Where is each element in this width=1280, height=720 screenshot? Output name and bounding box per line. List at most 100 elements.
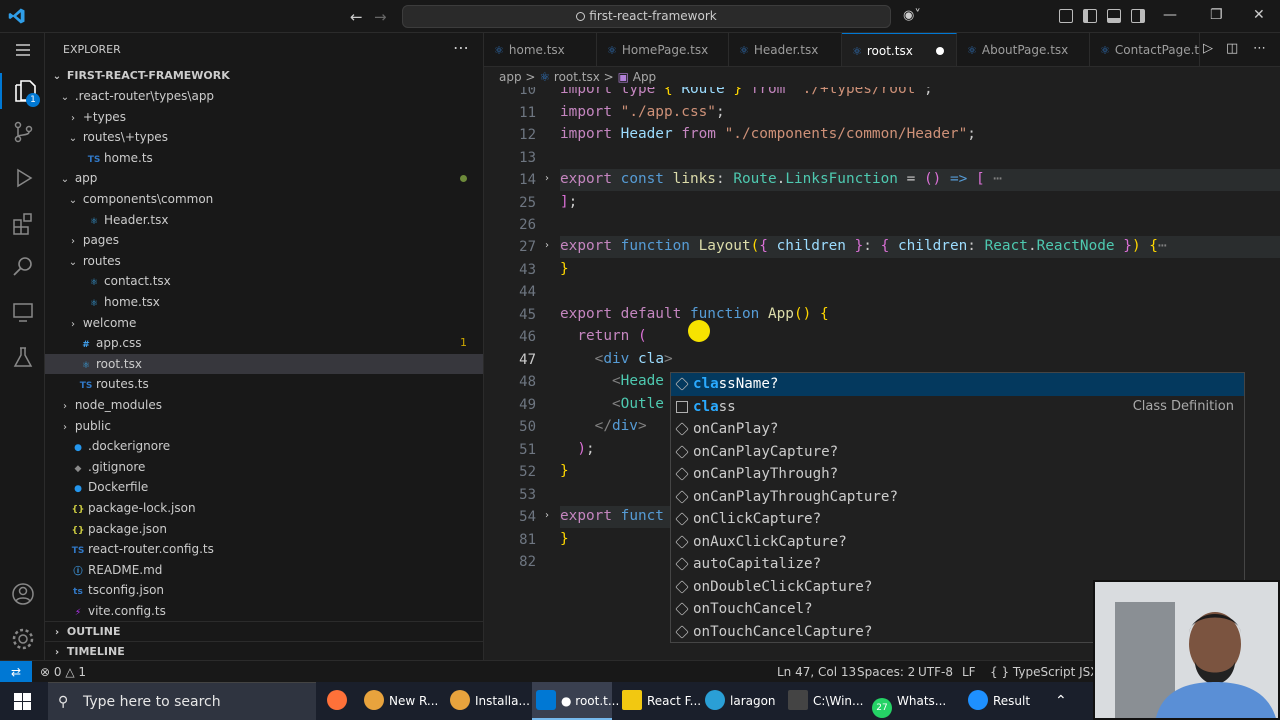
tab-contactpage-tsx[interactable]: ⚛ ContactPage.t [1090,33,1200,66]
tree-item[interactable]: ⌄ app [45,168,483,188]
workspace-root[interactable]: ⌄ FIRST-REACT-FRAMEWORK [45,66,483,86]
source-control-icon[interactable] [10,119,36,145]
extensions-icon[interactable] [10,210,36,236]
taskbar-vscode[interactable]: ● root.t... [532,682,619,720]
suggestion-item[interactable]: onCanPlayCapture? [671,441,1244,464]
toggle-panel-icon[interactable] [1107,9,1121,23]
suggestion-item[interactable]: onCanPlayThrough? [671,463,1244,486]
copilot-icon[interactable]: ◉˅ [903,8,921,23]
firefox-icon[interactable] [327,682,351,720]
tree-item[interactable]: {} package.json [45,519,483,539]
tree-item[interactable]: ◆ .gitignore [45,457,483,477]
tree-item[interactable]: ⚡ vite.config.ts [45,601,483,621]
breadcrumb-folder[interactable]: app [499,70,522,84]
close-icon[interactable]: ✕ [1253,7,1265,23]
ts-file-icon: TS [87,154,101,165]
tree-item[interactable]: TS home.ts [45,148,483,168]
tree-item[interactable]: › node_modules [45,395,483,415]
tree-item[interactable]: TS routes.ts [45,374,483,394]
taskbar-terminal[interactable]: C:\Win... [788,682,864,720]
tree-item[interactable]: ⚛ contact.tsx [45,271,483,291]
tab-root-tsx[interactable]: ⚛ root.tsx [842,33,957,66]
tab-header-tsx[interactable]: ⚛ Header.tsx [729,33,842,66]
restore-icon[interactable]: ❐ [1210,7,1223,23]
back-arrow-icon[interactable]: ← [350,8,363,26]
cursor-position[interactable]: Ln 47, Col 13 [777,661,856,683]
taskbar-folder[interactable]: React F... [622,682,701,720]
tree-item[interactable]: › +types [45,107,483,127]
breadcrumb-symbol[interactable]: App [633,70,656,84]
problems-indicator[interactable]: ⊗ 0 △ 1 [40,661,86,683]
testing-icon[interactable] [10,344,36,370]
more-actions-icon[interactable]: ⋯ [453,38,469,57]
taskbar-whatsapp[interactable]: 27 Whats... [872,682,950,720]
tab-home-tsx[interactable]: ⚛ home.tsx [484,33,597,66]
tree-item[interactable]: ⚛ home.tsx [45,292,483,312]
tree-item[interactable]: › pages [45,230,483,250]
tab-homepage-tsx[interactable]: ⚛ HomePage.tsx [597,33,729,66]
explorer-activity[interactable]: 1 [0,73,45,109]
tab-aboutpage-tsx[interactable]: ⚛ AboutPage.tsx [957,33,1090,66]
search-activity-icon[interactable] [10,254,36,280]
tree-item[interactable]: ⓘ README.md [45,560,483,580]
language-mode[interactable]: { } TypeScript JSX [990,661,1098,683]
encoding[interactable]: UTF-8 [918,661,953,683]
tree-item[interactable]: ⌄ .react-router\types\app [45,86,483,106]
breadcrumb-file[interactable]: root.tsx [554,70,600,84]
tree-item[interactable]: ⌄ routes [45,251,483,271]
forward-arrow-icon[interactable]: → [374,8,387,26]
remote-indicator-icon[interactable]: ⇄ [0,661,32,682]
tree-item[interactable]: › public [45,416,483,436]
code-editor[interactable]: 10 11 12 13 14 25 26 27 43 44 45 46 47 48 49 50 51 52 53 54… [484,87,1280,660]
vscode-logo-icon[interactable] [8,7,26,25]
windows-start-icon[interactable] [14,693,31,710]
tree-item[interactable]: › welcome [45,313,483,333]
tree-item[interactable]: ts tsconfig.json [45,580,483,600]
fold-chevron-icon[interactable]: › [545,240,549,251]
suggestion-item[interactable]: class Class Definition [671,396,1244,419]
suggestion-item[interactable]: onCanPlay? [671,418,1244,441]
suggestion-item[interactable]: className? [671,373,1244,396]
run-debug-icon[interactable] [10,165,36,191]
suggestion-item[interactable]: onCanPlayThroughCapture? [671,486,1244,509]
taskbar-chrome-install[interactable]: Installa... [450,682,530,720]
split-editor-icon[interactable]: ◫ [1226,41,1238,56]
outline-section[interactable]: › OUTLINE [45,621,483,641]
tree-item[interactable]: {} package-lock.json [45,498,483,518]
taskbar-laragon[interactable]: laragon [705,682,779,720]
remote-explorer-icon[interactable] [10,299,36,325]
taskbar-result[interactable]: Result [968,682,1048,720]
minimize-icon[interactable]: — [1163,7,1177,23]
command-center-search[interactable]: first-react-framework [402,5,891,28]
react-file-icon: ⚛ [89,216,99,227]
toggle-secondary-sidebar-icon[interactable] [1131,9,1145,23]
tree-item[interactable]: ● Dockerfile [45,477,483,497]
line-ending[interactable]: LF [962,661,976,683]
run-file-icon[interactable]: ▷ [1203,41,1213,56]
timeline-section[interactable]: › TIMELINE [45,641,483,661]
suggestion-item[interactable]: onClickCapture? [671,508,1244,531]
indentation[interactable]: Spaces: 2 [857,661,915,683]
tree-item[interactable]: ⚛ root.tsx [45,353,483,374]
customize-layout-icon[interactable] [1059,9,1073,23]
taskbar-chrome-new[interactable]: New R... [364,682,442,720]
tree-item[interactable]: ● .dockerignore [45,436,483,456]
fold-chevron-icon[interactable]: › [545,510,549,521]
suggestion-item[interactable]: autoCapitalize? [671,553,1244,576]
tray-chevron-up-icon[interactable]: ⌃ [1055,682,1069,720]
fold-chevron-icon[interactable]: › [545,173,549,184]
docker-file-icon: ● [74,484,82,495]
unsaved-dot-icon[interactable] [936,47,944,55]
tree-item[interactable]: TS react-router.config.ts [45,539,483,559]
tree-item[interactable]: ⚛ Header.tsx [45,210,483,230]
suggestion-item[interactable]: onAuxClickCapture? [671,531,1244,554]
tree-item[interactable]: # app.css 1 [45,333,483,353]
toggle-primary-sidebar-icon[interactable] [1083,9,1097,23]
tree-item[interactable]: ⌄ components\common [45,189,483,209]
settings-gear-icon[interactable] [10,626,36,652]
menu-icon[interactable] [10,37,36,63]
taskbar-search[interactable]: ⚲ Type here to search [48,682,316,720]
account-icon[interactable] [10,581,36,607]
tree-item[interactable]: ⌄ routes\+types [45,127,483,147]
more-actions-icon[interactable]: ⋯ [1253,41,1266,56]
